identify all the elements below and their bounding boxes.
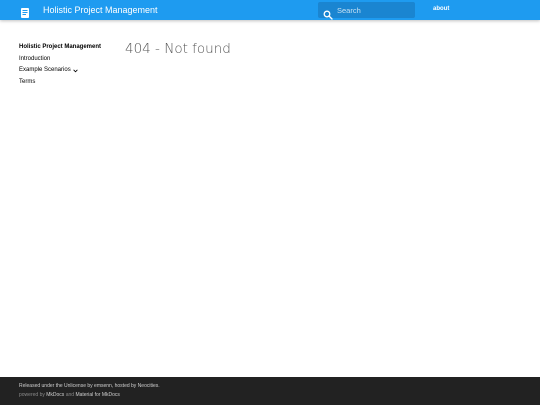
sidebar-item-introduction[interactable]: Introduction (19, 55, 111, 63)
search-icon (323, 5, 333, 20)
sidebar-item-label: Terms (19, 78, 36, 85)
sidebar-nav: Holistic Project Management Introduction… (19, 43, 111, 89)
site-title: Holistic Project Management (43, 5, 158, 15)
search-input[interactable] (337, 2, 411, 18)
header-bar: Holistic Project Management about (0, 0, 540, 20)
footer-license-text: Released under the Unlicense by emsenn, … (19, 383, 160, 389)
page-title: 404 - Not found (125, 41, 231, 57)
footer-powered-by: powered by MkDocs and Material for MkDoc… (19, 392, 120, 398)
sidebar-item-label: Example Scenarios (19, 67, 71, 74)
sidebar-item-example-scenarios[interactable]: Example Scenarios (19, 66, 111, 74)
book-icon[interactable] (19, 4, 31, 18)
sidebar-item-label: Introduction (19, 56, 51, 62)
mkdocs-link[interactable]: MkDocs (46, 392, 64, 398)
chevron-down-icon[interactable] (73, 68, 78, 73)
footer: Released under the Unlicense by emsenn, … (0, 377, 540, 405)
nav-title: Holistic Project Management (19, 44, 102, 50)
about-link[interactable]: about (433, 6, 449, 12)
search-box[interactable] (318, 2, 415, 20)
powered-by-label: powered by (19, 392, 45, 398)
powered-by-and: and (65, 392, 75, 398)
material-for-mkdocs-link[interactable]: Material for MkDocs (75, 392, 119, 398)
sidebar-item-terms[interactable]: Terms (19, 78, 111, 86)
